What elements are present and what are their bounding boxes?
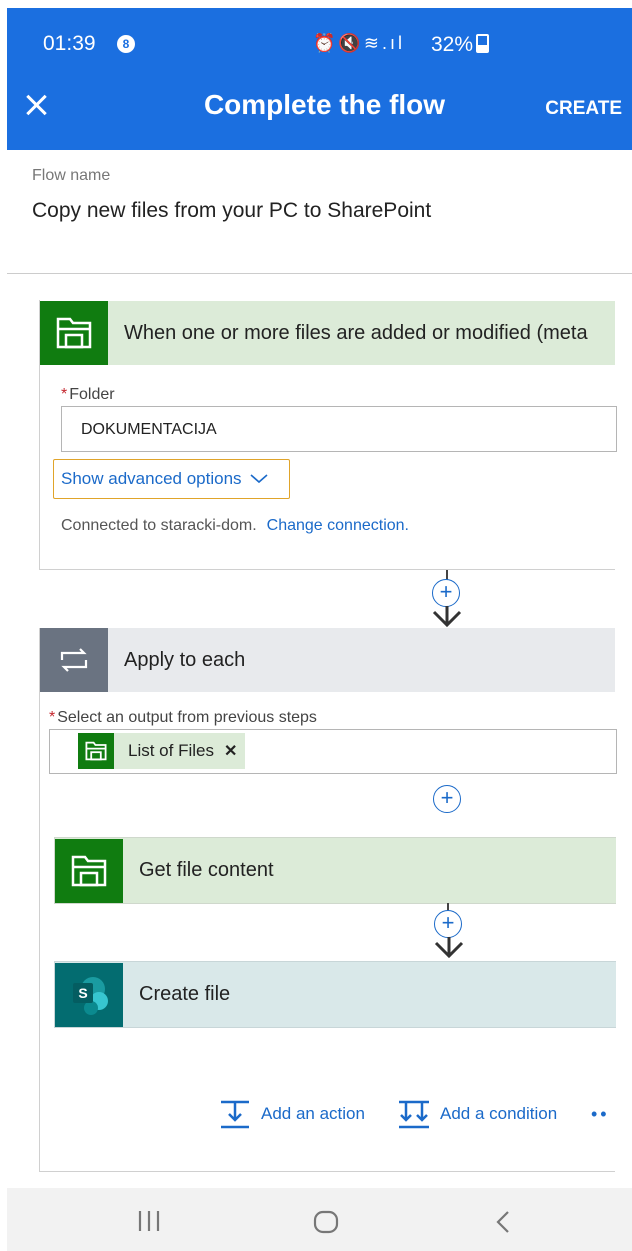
select-output-label: * Select an output from previous steps [49, 709, 317, 726]
create-button[interactable]: CREATE [545, 98, 622, 120]
folder-value: DOKUMENTACIJA [81, 421, 217, 438]
onedrive-folder-icon [78, 733, 114, 769]
divider [7, 273, 632, 274]
add-action-icon [221, 1100, 249, 1129]
onedrive-folder-icon [55, 838, 123, 903]
battery-level: 32% [431, 32, 490, 57]
insert-step-plus-icon[interactable]: + [432, 579, 460, 607]
create-file-header[interactable]: S Create file [54, 961, 616, 1028]
insert-step-plus-icon[interactable]: + [433, 785, 461, 813]
status-time: 01:39 [43, 32, 96, 55]
folder-input[interactable]: DOKUMENTACIJA [61, 406, 617, 452]
sharepoint-icon: S [55, 962, 123, 1027]
apply-card-border [39, 628, 40, 1172]
home-icon[interactable] [313, 1210, 339, 1234]
status-icons: ⏰🔇≋.ıl [313, 33, 405, 54]
system-nav-bar [7, 1188, 632, 1251]
more-options-icon[interactable]: •• [591, 1104, 610, 1125]
show-advanced-options-button[interactable]: Show advanced options [53, 459, 290, 499]
alarm-icon: ⏰ [313, 33, 339, 53]
trigger-title: When one or more files are added or modi… [124, 321, 588, 344]
app-bar: Complete the flow CREATE [7, 70, 632, 150]
connection-text: Connected to staracki-dom. [61, 517, 257, 534]
apply-card-border-bottom [39, 1171, 615, 1172]
add-condition-button[interactable]: Add a condition [397, 1099, 557, 1129]
add-condition-label: Add a condition [440, 1104, 558, 1123]
token-label: List of Files [128, 741, 214, 760]
svg-text:S: S [78, 985, 87, 1001]
flow-name-field[interactable]: Copy new files from your PC to SharePoin… [32, 199, 431, 223]
onedrive-folder-icon [40, 301, 108, 365]
signal-icon: .ıl [381, 33, 405, 53]
loop-icon [40, 628, 108, 692]
add-condition-icon [399, 1100, 429, 1129]
folder-label: * Folder [61, 386, 115, 403]
wifi-icon: ≋ [363, 33, 382, 53]
page-title: Complete the flow [203, 89, 446, 120]
add-action-label: Add an action [261, 1104, 365, 1123]
notification-badge: 8 [117, 35, 135, 53]
trigger-card-border-bottom [39, 569, 615, 570]
apply-to-each-title: Apply to each [124, 648, 246, 671]
status-bar: 01:39 8 ⏰🔇≋.ıl 32% [7, 8, 632, 70]
arrow-down-icon [432, 606, 462, 628]
trigger-card-header[interactable]: When one or more files are added or modi… [40, 301, 615, 365]
chevron-down-icon [250, 474, 268, 484]
mute-icon: 🔇 [338, 33, 364, 53]
recent-apps-icon[interactable] [137, 1210, 161, 1232]
back-icon[interactable] [495, 1210, 511, 1234]
advanced-options-label: Show advanced options [61, 469, 242, 488]
connection-info: Connected to staracki-dom. Change connect… [61, 517, 409, 535]
get-file-content-header[interactable]: Get file content [54, 837, 616, 904]
create-file-title: Create file [139, 983, 231, 1005]
insert-step-plus-icon[interactable]: + [434, 910, 462, 938]
list-of-files-token[interactable]: List of Files ✕ [78, 733, 246, 769]
apply-to-each-header[interactable]: Apply to each [40, 628, 615, 692]
get-file-content-title: Get file content [139, 859, 274, 881]
flow-name-label: Flow name [32, 167, 111, 184]
change-connection-link[interactable]: Change connection. [267, 517, 409, 534]
arrow-down-icon [434, 937, 464, 959]
add-action-button[interactable]: Add an action [219, 1099, 365, 1129]
battery-icon [476, 34, 490, 53]
remove-token-icon[interactable]: ✕ [224, 741, 237, 761]
